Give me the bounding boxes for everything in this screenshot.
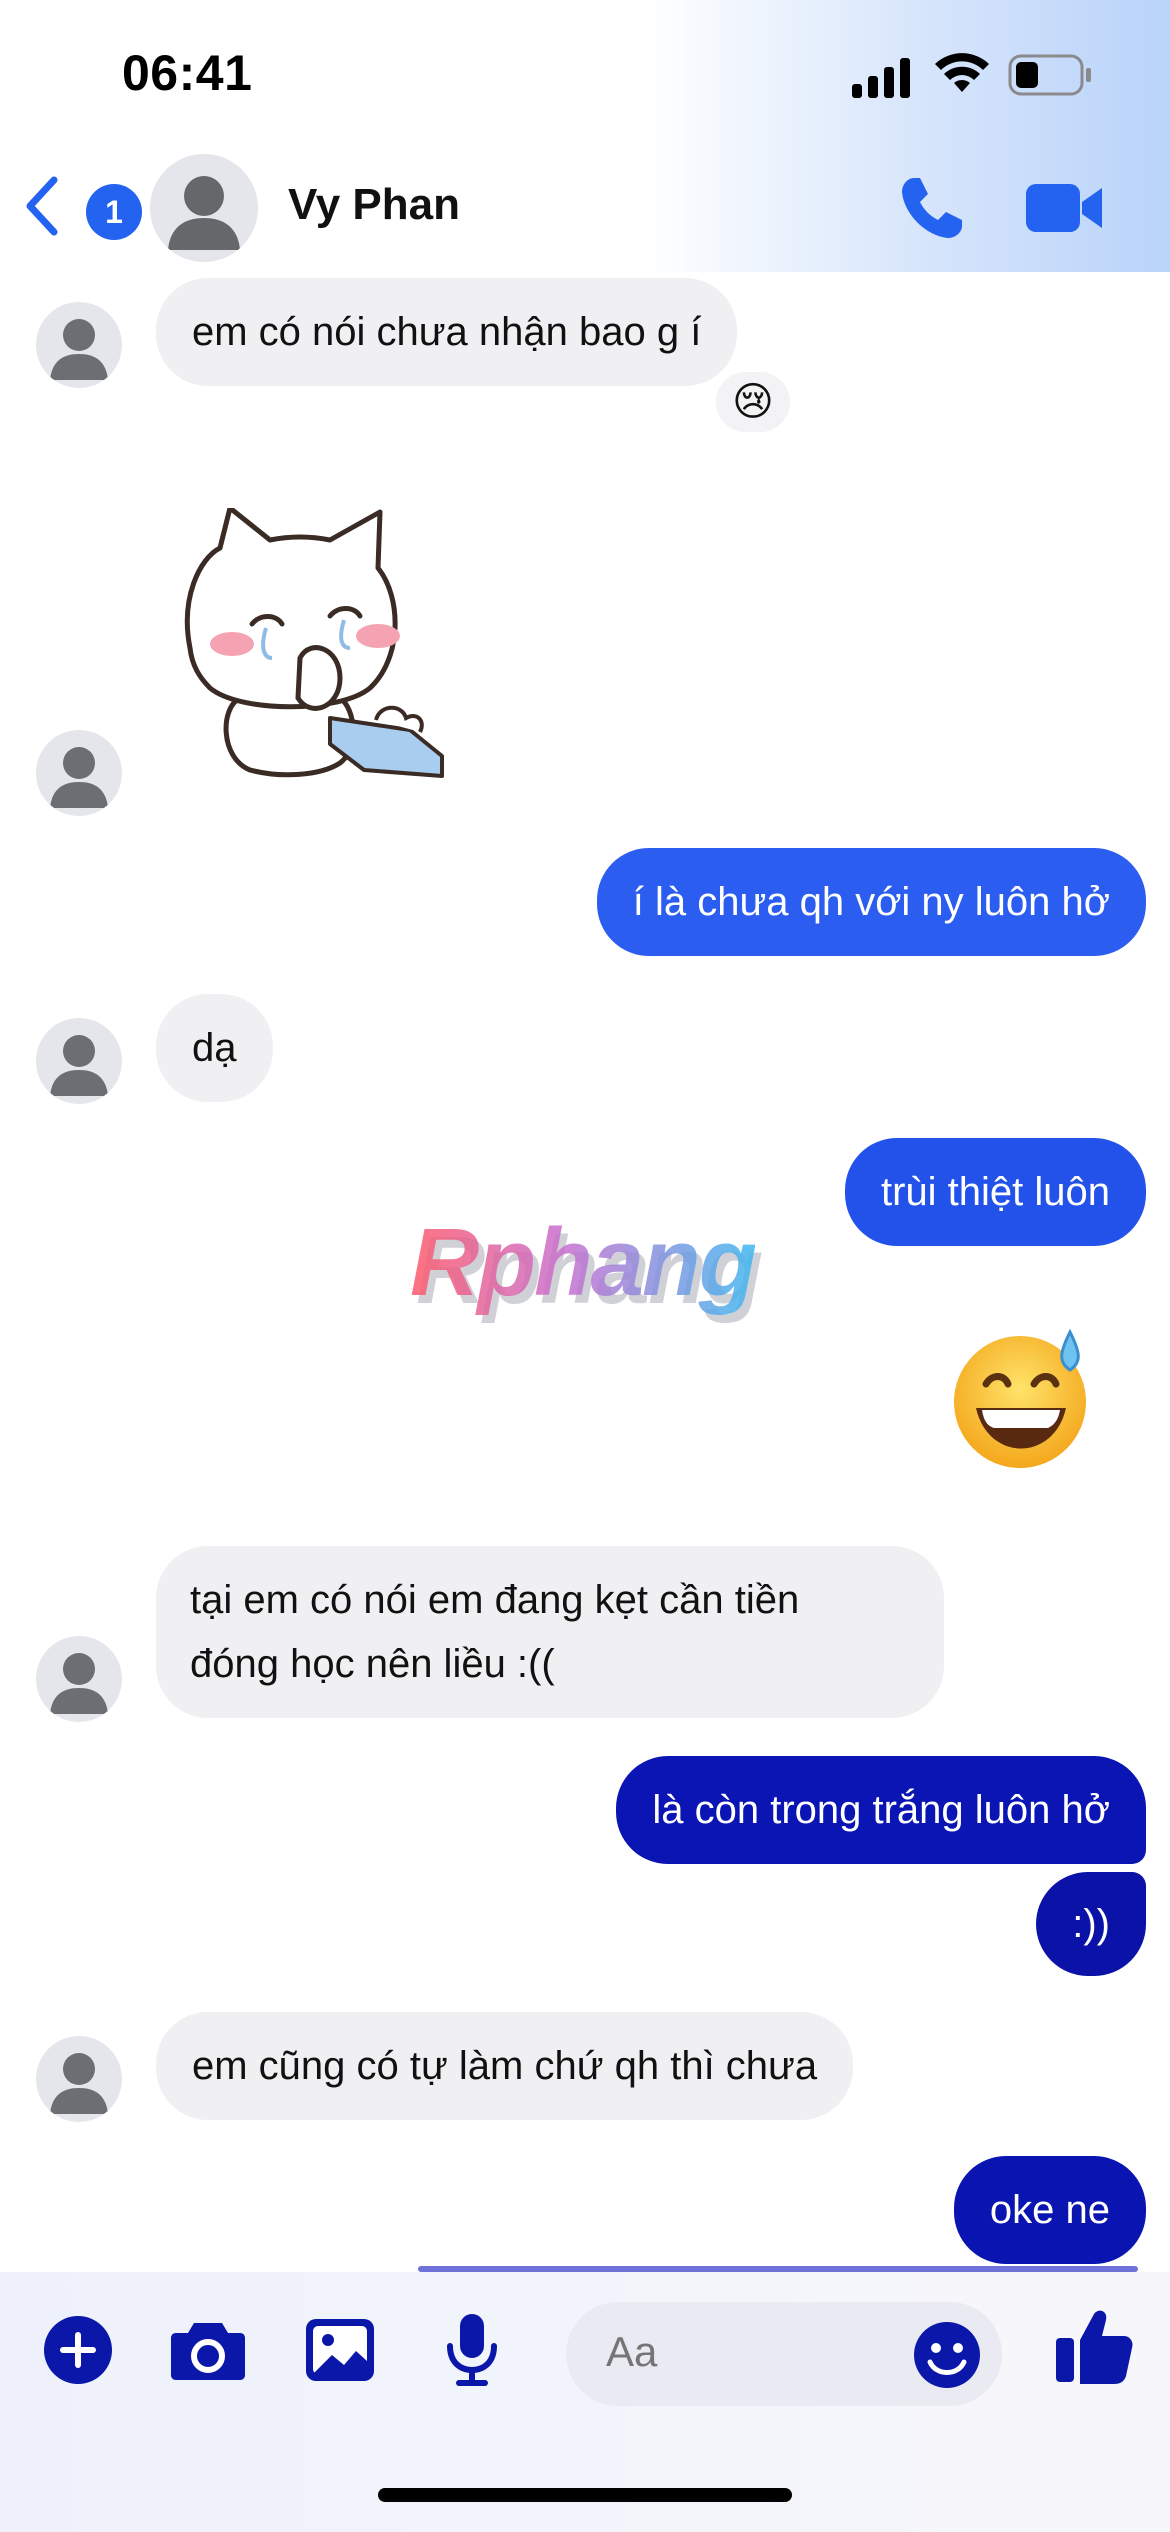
message-line: tại em có nói em đang kẹt cần tiền [190, 1578, 800, 1622]
incoming-message[interactable]: dạ [156, 994, 273, 1102]
default-person-icon [50, 2053, 108, 2114]
add-button[interactable] [40, 2312, 116, 2388]
default-person-icon [50, 1035, 108, 1096]
unread-count-badge: 1 [86, 184, 142, 240]
message-reaction[interactable]: 😢 [712, 368, 794, 436]
default-person-icon [50, 747, 108, 808]
voice-button[interactable] [434, 2312, 510, 2388]
outgoing-message[interactable]: trùi thiệt luôn [844, 1138, 1146, 1246]
sender-avatar[interactable] [36, 1636, 122, 1722]
message-input-container[interactable] [566, 2302, 1002, 2406]
cellular-signal-icon [852, 58, 910, 98]
battery-icon [1008, 54, 1091, 96]
watermark: Rphang [410, 1209, 757, 1316]
outgoing-message[interactable]: là còn trong trắng luôn hở [616, 1756, 1146, 1864]
microphone-icon [447, 2314, 497, 2386]
incoming-message[interactable]: em có nói chưa nhận bao g í [156, 278, 738, 386]
default-person-icon [168, 176, 240, 250]
camera-icon [171, 2323, 245, 2380]
chevron-left-icon [26, 176, 58, 236]
status-time: 06:41 [122, 45, 253, 101]
sender-avatar[interactable] [36, 1018, 122, 1104]
phone-call-icon[interactable] [896, 172, 968, 244]
sender-avatar[interactable] [36, 2036, 122, 2122]
status-bar: 06:41 [0, 0, 1170, 150]
message-line: đóng học nên liều :(( [190, 1642, 555, 1686]
gallery-button[interactable] [302, 2312, 378, 2388]
incoming-message[interactable]: em cũng có tự làm chứ qh thì chưa [156, 2012, 854, 2120]
outgoing-message[interactable]: :)) [1036, 1872, 1146, 1976]
contact-avatar[interactable] [150, 154, 258, 262]
wifi-icon [935, 53, 989, 92]
outgoing-message[interactable]: í là chưa qh với ny luôn hở [596, 848, 1146, 956]
conversation-header: 1 Vy Phan [0, 150, 1170, 272]
crying-cat-sticker[interactable] [180, 508, 450, 788]
message-input[interactable] [606, 2328, 866, 2376]
grinning-sweat-emoji[interactable] [948, 1322, 1098, 1472]
video-call-icon[interactable] [1024, 178, 1104, 238]
thumbs-up-icon[interactable] [1054, 2306, 1134, 2386]
camera-button[interactable] [170, 2312, 246, 2388]
sender-avatar[interactable] [36, 730, 122, 816]
outgoing-message[interactable]: oke ne [953, 2156, 1146, 2264]
message-list: em có nói chưa nhận bao g í 😢 í là chưa … [0, 272, 1170, 2272]
plus-circle-icon [44, 2316, 112, 2384]
crying-face-icon: 😢 [732, 380, 774, 424]
emoji-icon[interactable] [912, 2320, 982, 2390]
contact-name[interactable]: Vy Phan [288, 180, 460, 230]
sender-avatar[interactable] [36, 302, 122, 388]
home-indicator [378, 2488, 792, 2502]
default-person-icon [50, 319, 108, 380]
back-button[interactable]: 1 [22, 170, 142, 242]
image-icon [306, 2319, 374, 2381]
incoming-message[interactable]: tại em có nói em đang kẹt cần tiền đóng … [156, 1546, 944, 1718]
default-person-icon [50, 1653, 108, 1714]
